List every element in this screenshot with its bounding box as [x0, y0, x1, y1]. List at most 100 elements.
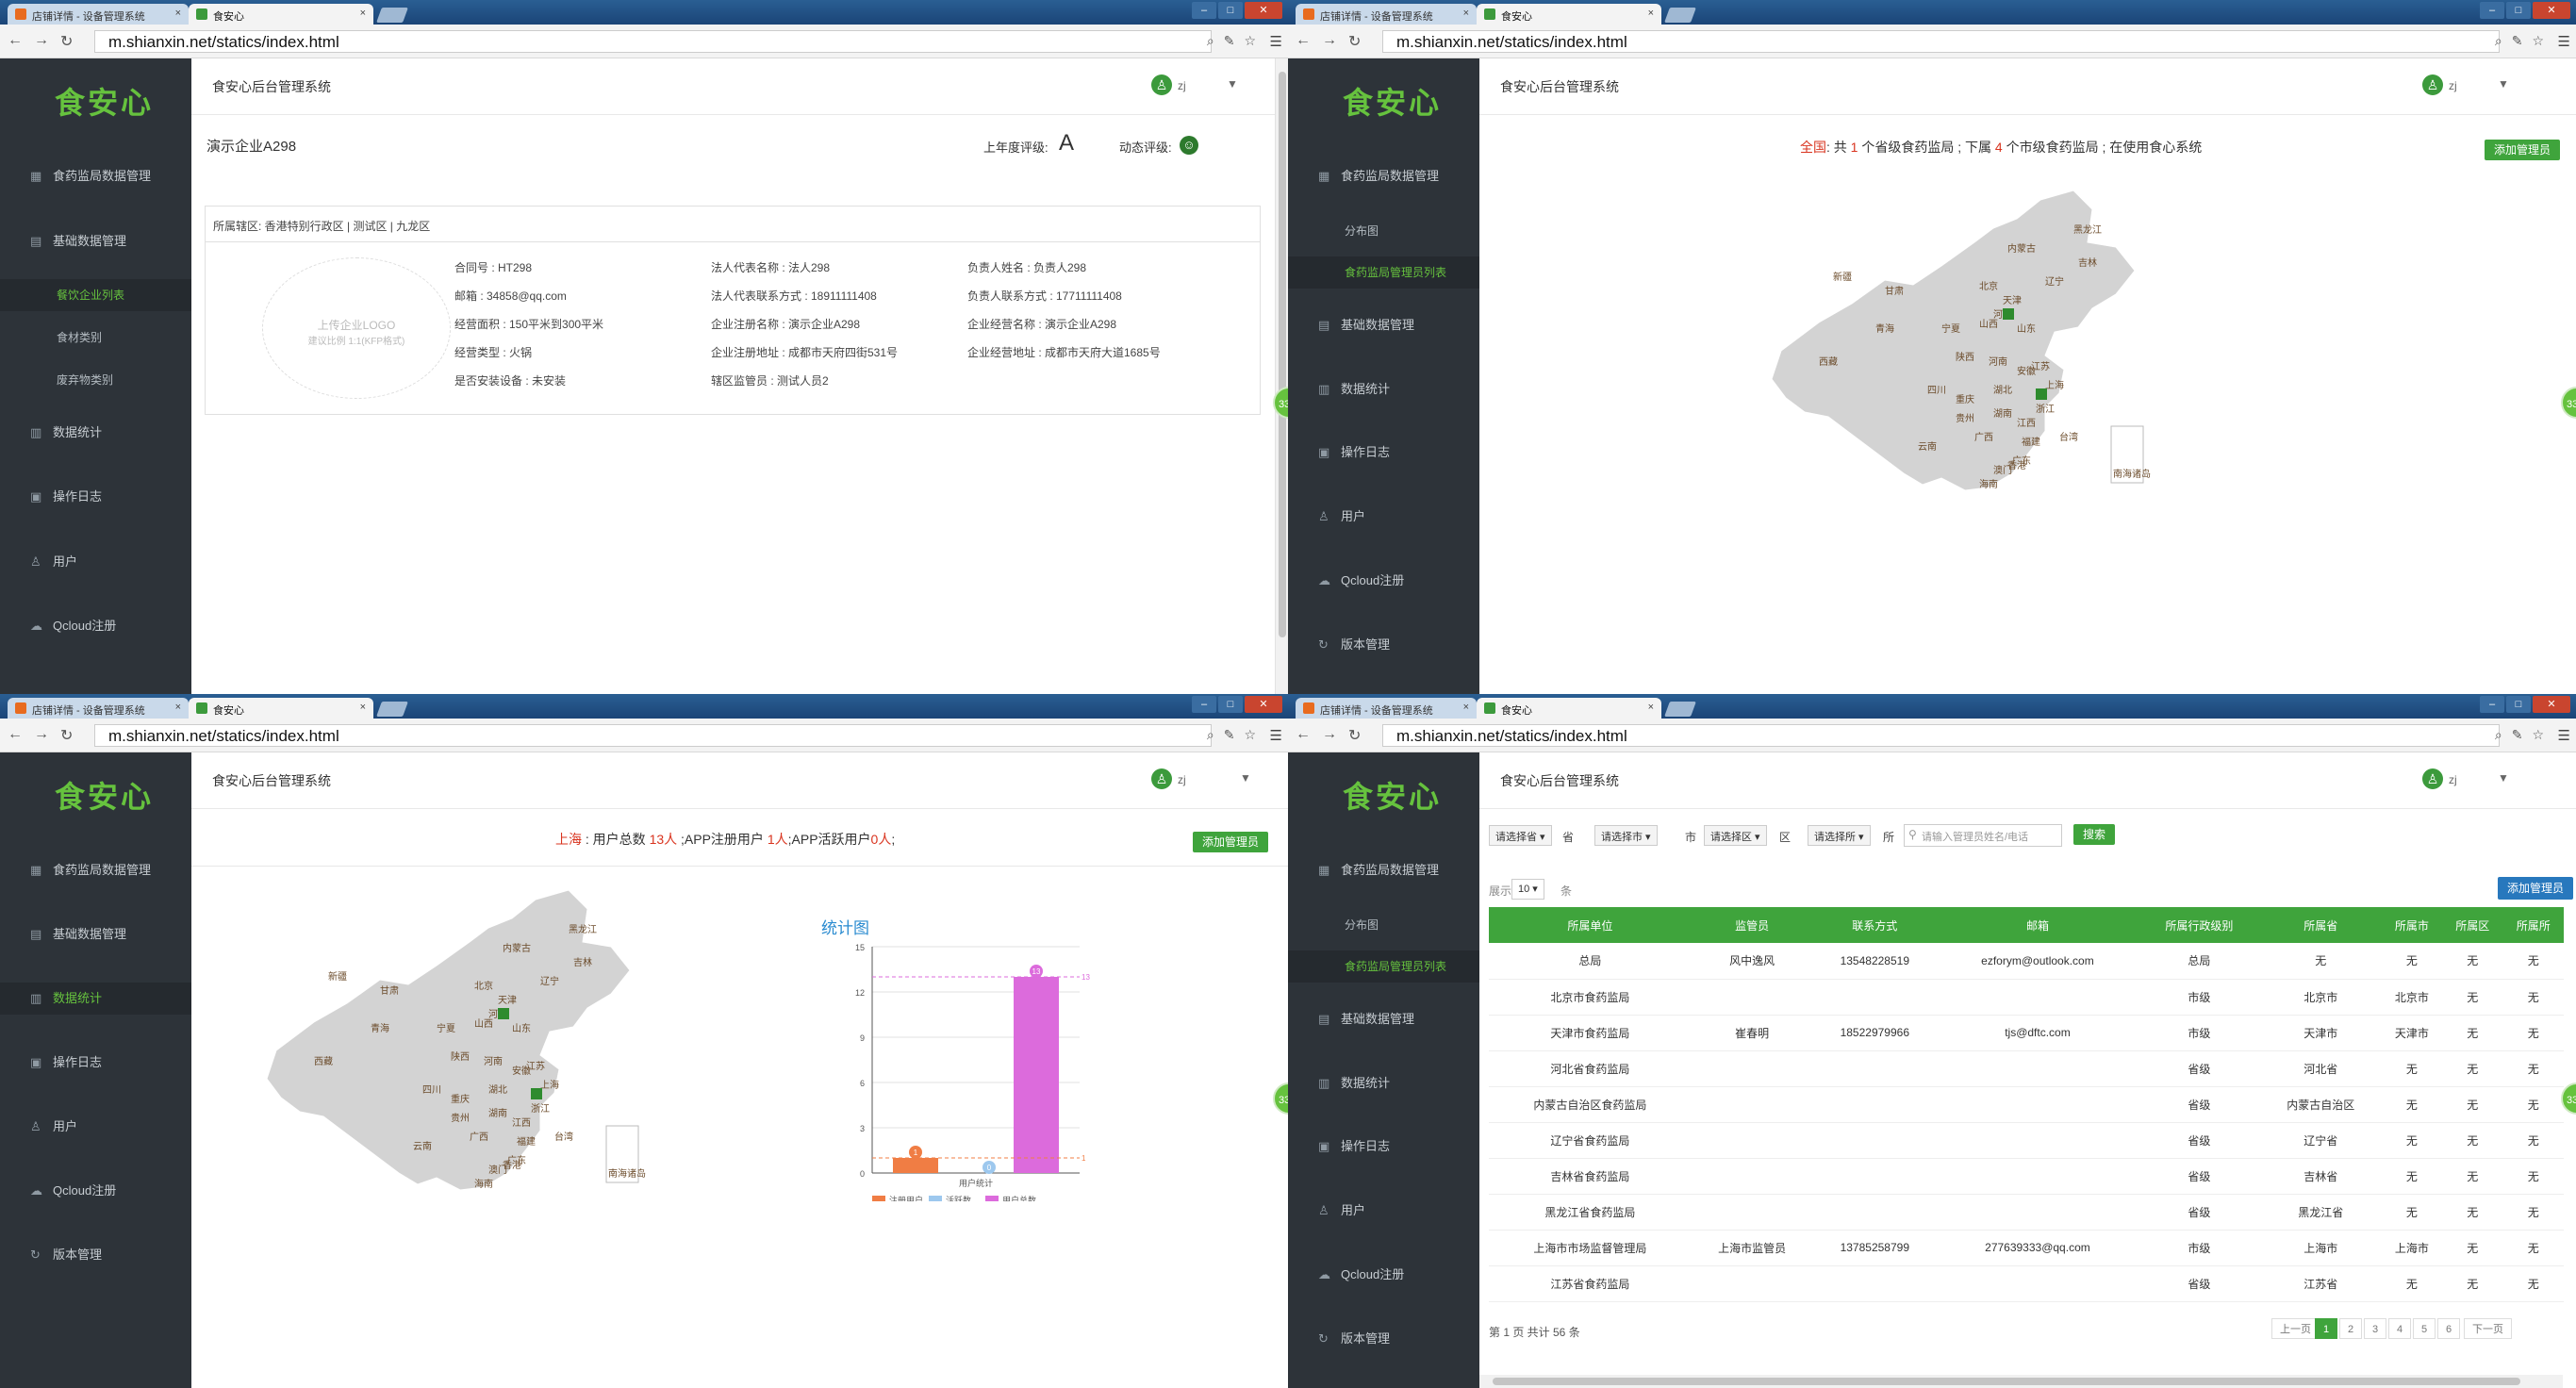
vertical-scrollbar[interactable]	[1275, 58, 1288, 694]
sidebar-sub-ingredients[interactable]: 食材类别	[0, 322, 191, 354]
reload-icon[interactable]: ↻	[60, 726, 73, 745]
maximize-icon[interactable]: □	[2506, 696, 2531, 713]
page-button[interactable]: 4	[2388, 1318, 2412, 1339]
minimize-icon[interactable]: –	[1192, 696, 1216, 713]
sidebar-item-version[interactable]: ↻ 版本管理	[1288, 629, 1479, 661]
sidebar-item-users[interactable]: ♙ 用户	[0, 546, 191, 578]
sidebar-item-food-reg[interactable]: ▦ 食药监局数据管理	[1288, 854, 1479, 886]
sidebar-item-base-data[interactable]: ▤ 基础数据管理	[1288, 1003, 1479, 1035]
minimize-icon[interactable]: –	[2480, 696, 2504, 713]
chevron-down-icon[interactable]: ▼	[2498, 77, 2509, 91]
sidebar-item-food-reg[interactable]: ▦ 食药监局数据管理	[1288, 160, 1479, 192]
new-tab-button[interactable]	[376, 702, 408, 717]
tab-shianxin[interactable]: 食安心 ×	[189, 698, 373, 719]
page-button[interactable]: 2	[2339, 1318, 2363, 1339]
sidebar-item-version[interactable]: ↻ 版本管理	[0, 1239, 191, 1271]
sidebar-item-log[interactable]: ▣ 操作日志	[0, 1047, 191, 1079]
horizontal-scrollbar[interactable]	[1479, 1375, 2563, 1388]
sidebar-item-stats[interactable]: ▥ 数据统计	[1288, 1067, 1479, 1099]
table-row[interactable]: 上海市市场监督管理局 上海市监管员 13785258799 277639333@qq.…	[1489, 1230, 2564, 1266]
close-tab-icon[interactable]: ×	[1463, 702, 1469, 713]
table-row[interactable]: 江苏省食药监局 省级 江苏省无无无	[1489, 1265, 2564, 1302]
sidebar-sub-distribution[interactable]: 分布图	[1288, 909, 1479, 941]
prev-page-button[interactable]: 上一页	[2271, 1318, 2320, 1339]
sidebar-item-stats[interactable]: ▥ 数据统计	[1288, 373, 1479, 405]
search-input[interactable]: ⚲ 请输入管理员姓名/电话	[1904, 824, 2062, 847]
browser-menu-icon[interactable]: ☰	[1270, 727, 1282, 744]
table-row[interactable]: 河北省食药监局 省级 河北省无无无	[1489, 1050, 2564, 1087]
close-window-icon[interactable]: ✕	[1245, 696, 1282, 713]
browser-menu-icon[interactable]: ☰	[2558, 727, 2570, 744]
logo-upload[interactable]: 上传企业LOGO 建议比例 1:1(KFP格式)	[262, 257, 451, 399]
tab-shianxin[interactable]: 食安心 ×	[1477, 4, 1661, 25]
page-button[interactable]: 1	[2315, 1318, 2338, 1339]
browser-menu-icon[interactable]: ☰	[1270, 33, 1282, 50]
url-tools-icon[interactable]: ⌕✎☆	[2495, 33, 2553, 49]
avatar[interactable]: ♙	[1151, 768, 1172, 789]
sidebar-sub-waste[interactable]: 废弃物类别	[0, 364, 191, 396]
city-select[interactable]: 请选择市 ▾	[1594, 825, 1658, 846]
sidebar-item-log[interactable]: ▣ 操作日志	[0, 481, 191, 513]
sidebar-item-stats[interactable]: ▥ 数据统计	[0, 983, 191, 1015]
table-row[interactable]: 吉林省食药监局 省级 吉林省无无无	[1489, 1158, 2564, 1195]
close-window-icon[interactable]: ✕	[2533, 696, 2570, 713]
search-button[interactable]: 搜索	[2073, 824, 2116, 845]
tab-device-system[interactable]: 店铺详情 - 设备管理系统 ×	[8, 4, 189, 25]
close-window-icon[interactable]: ✕	[1245, 2, 1282, 19]
app-logo[interactable]: 食安心	[55, 79, 154, 123]
url-field[interactable]: m.shianxin.net/statics/index.html	[1382, 30, 2500, 53]
sidebar-item-log[interactable]: ▣ 操作日志	[1288, 1131, 1479, 1163]
minimize-icon[interactable]: –	[1192, 2, 1216, 19]
forward-icon[interactable]: →	[34, 32, 49, 49]
forward-icon[interactable]: →	[1322, 726, 1337, 743]
app-logo[interactable]: 食安心	[55, 773, 154, 817]
sidebar-sub-admin-list[interactable]: 食药监局管理员列表	[1288, 256, 1479, 289]
avatar[interactable]: ♙	[1151, 74, 1172, 95]
sidebar-item-base-data[interactable]: ▤ 基础数据管理	[0, 225, 191, 257]
close-window-icon[interactable]: ✕	[2533, 2, 2570, 19]
close-tab-icon[interactable]: ×	[1463, 8, 1469, 19]
sidebar-sub-distribution[interactable]: 分布图	[1288, 215, 1479, 247]
chevron-down-icon[interactable]: ▼	[2498, 771, 2509, 785]
page-size-select[interactable]: 10 ▾	[1511, 879, 1544, 900]
forward-icon[interactable]: →	[1322, 32, 1337, 49]
tab-device-system[interactable]: 店铺详情 - 设备管理系统 ×	[1296, 4, 1477, 25]
sidebar-item-food-reg[interactable]: ▦ 食药监局数据管理	[0, 160, 191, 192]
url-field[interactable]: m.shianxin.net/statics/index.html	[94, 30, 1212, 53]
forward-icon[interactable]: →	[34, 726, 49, 743]
next-page-button[interactable]: 下一页	[2464, 1318, 2512, 1339]
map-marker[interactable]	[531, 1088, 542, 1099]
china-map-svg[interactable]: 黑龙江吉林辽宁内蒙古新疆甘肃青海西藏宁夏山西河北天津北京山东河南陕西四川重庆湖北…	[257, 890, 653, 1211]
sidebar-item-version[interactable]: ↻ 版本管理	[1288, 1323, 1479, 1355]
table-row[interactable]: 内蒙古自治区食药监局 省级 内蒙古自治区无无无	[1489, 1086, 2564, 1123]
maximize-icon[interactable]: □	[2506, 2, 2531, 19]
url-field[interactable]: m.shianxin.net/statics/index.html	[94, 724, 1212, 747]
reload-icon[interactable]: ↻	[1348, 726, 1361, 745]
maximize-icon[interactable]: □	[1218, 696, 1243, 713]
scroll-thumb[interactable]	[1279, 72, 1286, 637]
close-tab-icon[interactable]: ×	[360, 702, 366, 713]
tab-shianxin[interactable]: 食安心 ×	[189, 4, 373, 25]
district-select[interactable]: 请选择区 ▾	[1704, 825, 1767, 846]
sidebar-item-users[interactable]: ♙ 用户	[1288, 501, 1479, 533]
url-tools-icon[interactable]: ⌕✎☆	[1207, 727, 1265, 743]
reload-icon[interactable]: ↻	[60, 32, 73, 51]
sidebar-item-users[interactable]: ♙ 用户	[1288, 1195, 1479, 1227]
new-tab-button[interactable]	[376, 8, 408, 23]
new-tab-button[interactable]	[1664, 702, 1696, 717]
avatar[interactable]: ♙	[2422, 74, 2443, 95]
map-marker[interactable]	[2036, 388, 2047, 400]
url-tools-icon[interactable]: ⌕✎☆	[2495, 727, 2553, 743]
tab-shianxin[interactable]: 食安心 ×	[1477, 698, 1661, 719]
username[interactable]: zj	[1178, 79, 1186, 92]
province-select[interactable]: 请选择省 ▾	[1489, 825, 1552, 846]
sidebar-item-qcloud[interactable]: ☁ Qcloud注册	[1288, 1259, 1479, 1291]
back-icon[interactable]: ←	[1296, 32, 1311, 49]
sidebar-item-log[interactable]: ▣ 操作日志	[1288, 437, 1479, 469]
reload-icon[interactable]: ↻	[1348, 32, 1361, 51]
close-tab-icon[interactable]: ×	[1648, 702, 1654, 713]
china-map[interactable]: 黑龙江吉林辽宁内蒙古新疆甘肃青海西藏宁夏山西河北天津北京山东河南陕西四川重庆湖北…	[257, 890, 653, 1211]
table-row[interactable]: 黑龙江省食药监局 省级 黑龙江省无无无	[1489, 1194, 2564, 1231]
add-admin-button[interactable]: 添加管理员	[2485, 140, 2561, 160]
url-field[interactable]: m.shianxin.net/statics/index.html	[1382, 724, 2500, 747]
